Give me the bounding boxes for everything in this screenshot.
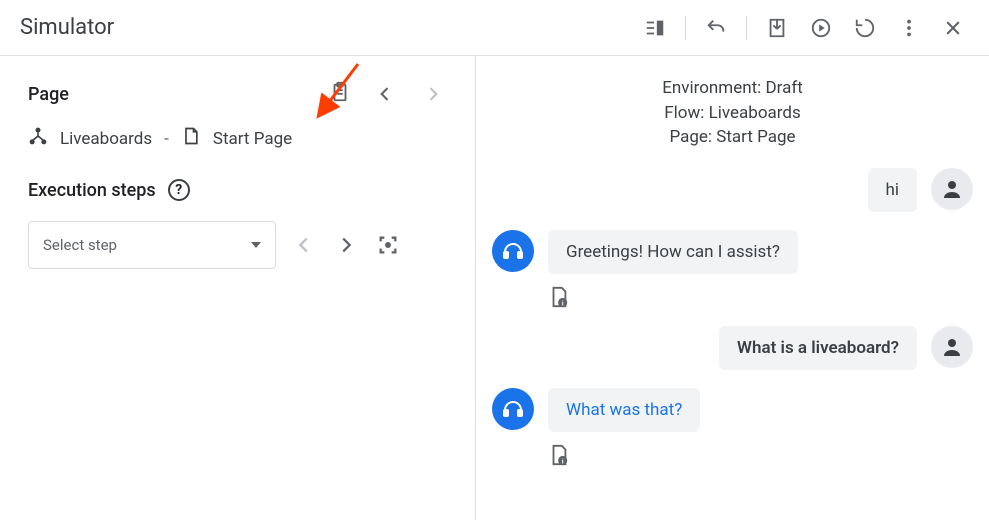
detail-icon[interactable]: i	[548, 286, 973, 308]
step-select-placeholder: Select step	[43, 236, 117, 254]
chevron-down-icon	[251, 242, 261, 248]
more-icon[interactable]	[889, 8, 929, 48]
chat: hi Greetings! How can I assist? i What i…	[492, 168, 973, 466]
svg-text:i: i	[562, 457, 564, 465]
execution-steps-label: Execution steps	[28, 180, 156, 201]
message-bubble: Greetings! How can I assist?	[548, 230, 798, 274]
page-prev-icon[interactable]	[371, 80, 399, 108]
focus-icon[interactable]	[374, 231, 402, 259]
page-next-icon[interactable]	[419, 80, 447, 108]
user-avatar-icon	[931, 168, 973, 210]
page-title: Simulator	[20, 15, 114, 40]
clipboard-icon[interactable]	[329, 81, 351, 107]
message-bubble: What is a liveaboard?	[719, 326, 917, 370]
replay-icon[interactable]	[845, 8, 885, 48]
header-actions	[635, 8, 973, 48]
bot-message: What was that?	[492, 388, 973, 432]
save-icon[interactable]	[757, 8, 797, 48]
separator	[746, 16, 747, 40]
help-icon[interactable]: ?	[168, 179, 190, 201]
execution-steps-header: Execution steps ?	[28, 179, 447, 201]
bot-avatar-icon	[492, 230, 534, 272]
bot-avatar-icon	[492, 388, 534, 430]
page-label: Page	[28, 84, 69, 105]
toggle-panel-icon[interactable]	[635, 8, 675, 48]
page-nav	[329, 80, 447, 108]
undo-icon[interactable]	[696, 8, 736, 48]
message-bubble: hi	[868, 168, 918, 212]
step-prev-icon[interactable]	[290, 231, 318, 259]
bot-message: Greetings! How can I assist?	[492, 230, 973, 274]
detail-icon[interactable]: i	[548, 444, 973, 466]
header: Simulator	[0, 0, 989, 56]
user-message: hi	[492, 168, 973, 212]
user-message: What is a liveaboard?	[492, 326, 973, 370]
step-controls: Select step	[28, 221, 447, 269]
message-bubble[interactable]: What was that?	[548, 388, 700, 432]
svg-text:i: i	[562, 299, 564, 307]
step-next-icon[interactable]	[332, 231, 360, 259]
flow-icon	[28, 126, 48, 151]
page-section-header: Page	[28, 80, 447, 108]
user-avatar-icon	[931, 326, 973, 368]
play-icon[interactable]	[801, 8, 841, 48]
separator	[685, 16, 686, 40]
breadcrumb-sep: -	[164, 129, 169, 149]
right-panel: Environment: Draft Flow: Liveaboards Pag…	[476, 56, 989, 520]
body: Page Liveaboards - Start	[0, 56, 989, 520]
breadcrumb-flow: Liveaboards	[60, 129, 152, 149]
breadcrumb: Liveaboards - Start Page	[28, 126, 447, 151]
conversation-meta: Environment: Draft Flow: Liveaboards Pag…	[492, 76, 973, 150]
left-panel: Page Liveaboards - Start	[0, 56, 476, 520]
close-icon[interactable]	[933, 8, 973, 48]
breadcrumb-page: Start Page	[213, 129, 292, 149]
step-select[interactable]: Select step	[28, 221, 276, 269]
page-icon	[181, 126, 201, 151]
